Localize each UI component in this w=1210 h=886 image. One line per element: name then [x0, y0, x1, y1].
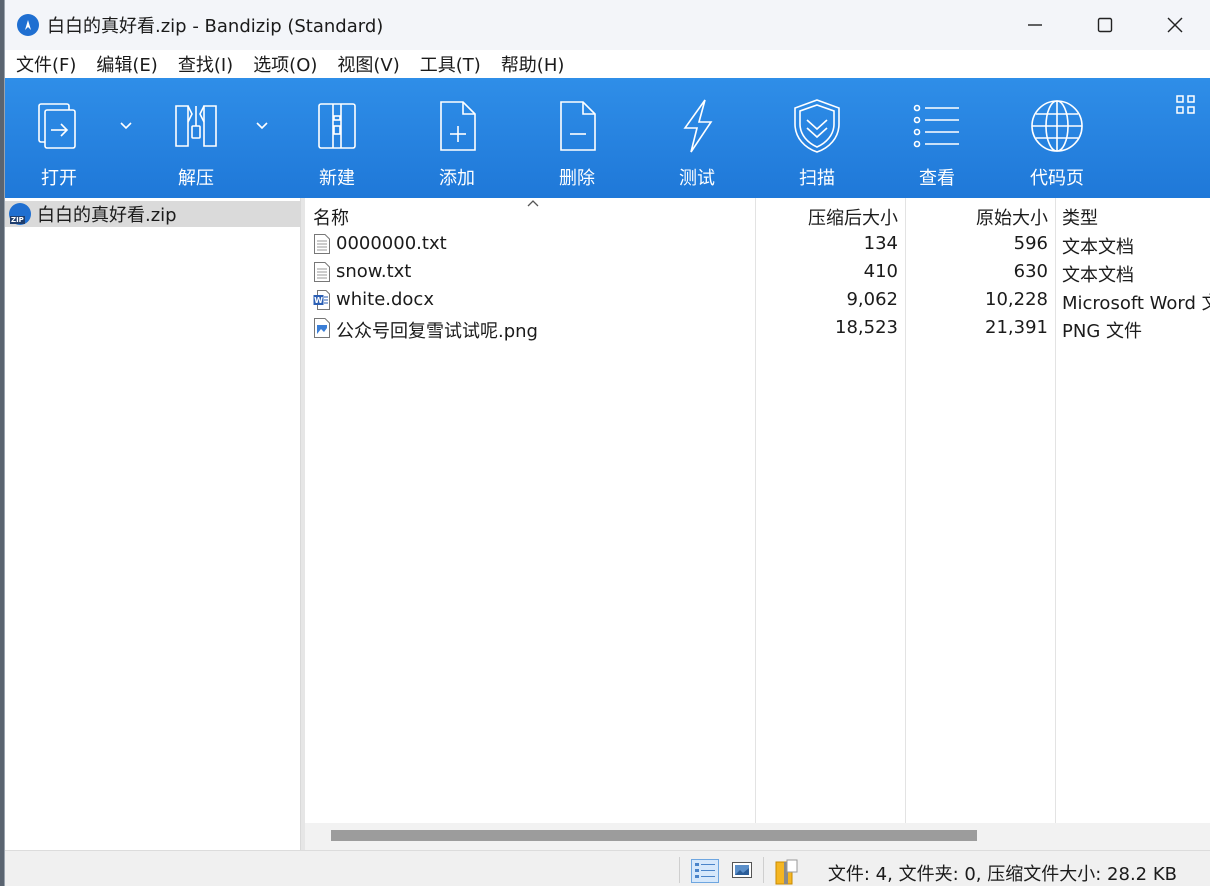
details-view-icon[interactable] — [691, 859, 719, 883]
add-file-icon — [440, 101, 476, 151]
test-button[interactable]: 测试 — [647, 78, 747, 198]
text-file-icon — [314, 234, 330, 254]
file-original-size: 10,228 — [985, 289, 1048, 310]
file-name: 0000000.txt — [336, 233, 447, 254]
status-divider — [763, 857, 764, 883]
open-button[interactable]: 打开 — [9, 78, 109, 198]
column-header-compressed-size[interactable]: 压缩后大小 — [808, 204, 898, 230]
maximize-icon — [1097, 17, 1113, 33]
file-type: Microsoft Word 文 — [1062, 293, 1210, 314]
file-row[interactable]: W white.docx 9,062 10,228 Microsoft Word… — [305, 286, 1210, 314]
layout-toggle-button[interactable] — [1175, 94, 1197, 116]
delete-file-icon — [560, 101, 596, 151]
window-title: 白白的真好看.zip - Bandizip (Standard) — [47, 16, 384, 37]
menu-tools[interactable]: 工具(T) — [411, 51, 492, 77]
file-compressed-size: 134 — [863, 233, 898, 254]
file-compressed-size: 18,523 — [835, 317, 898, 338]
sort-ascending-icon — [527, 200, 539, 207]
column-header-name[interactable]: 名称 — [313, 204, 349, 230]
zip-icon: ZIP — [9, 203, 31, 225]
bandizip-window: 白白的真好看.zip - Bandizip (Standard) 文件(F) 编… — [4, 0, 1210, 886]
column-header-original-size[interactable]: 原始大小 — [976, 204, 1048, 230]
menu-view[interactable]: 视图(V) — [328, 51, 410, 77]
menu-find[interactable]: 查找(I) — [169, 51, 244, 77]
scan-shield-icon — [794, 99, 840, 153]
file-name: 公众号回复雪试试呢.png — [336, 321, 538, 342]
menu-help[interactable]: 帮助(H) — [492, 51, 576, 77]
grid-layout-icon — [1176, 95, 1195, 114]
archive-info-icon[interactable] — [775, 859, 799, 885]
minimize-icon — [1028, 24, 1042, 26]
maximize-button[interactable] — [1070, 0, 1140, 50]
column-header-type[interactable]: 类型 — [1062, 204, 1098, 230]
delete-button[interactable]: 删除 — [527, 78, 627, 198]
view-button[interactable]: 查看 — [887, 78, 987, 198]
file-original-size: 596 — [1013, 233, 1048, 254]
status-bar: 文件: 4, 文件夹: 0, 压缩文件大小: 28.2 KB — [5, 850, 1210, 886]
preview-view-icon[interactable] — [731, 859, 753, 881]
toolbar: 打开 解压 新建 添加 删除 测试 扫描 查看 代码页 — [5, 78, 1210, 198]
codepage-button[interactable]: 代码页 — [1007, 78, 1107, 198]
menu-bar: 文件(F) 编辑(E) 查找(I) 选项(O) 视图(V) 工具(T) 帮助(H… — [5, 50, 1210, 78]
word-file-icon: W — [313, 290, 330, 310]
test-icon — [683, 99, 713, 153]
file-row[interactable]: 0000000.txt 134 596 文本文档 — [305, 230, 1210, 258]
horizontal-scrollbar[interactable] — [305, 823, 1210, 850]
image-file-icon — [314, 318, 330, 338]
open-icon — [38, 103, 76, 149]
file-original-size: 21,391 — [985, 317, 1048, 338]
extract-dropdown[interactable] — [255, 116, 275, 136]
status-divider — [679, 857, 680, 883]
menu-edit[interactable]: 编辑(E) — [87, 51, 168, 77]
file-compressed-size: 9,062 — [846, 289, 898, 310]
file-compressed-size: 410 — [863, 261, 898, 282]
file-type: PNG 文件 — [1062, 321, 1142, 342]
minimize-button[interactable] — [1000, 0, 1070, 50]
file-list-pane[interactable]: 名称 压缩后大小 原始大小 类型 0000000.txt 134 596 文本文… — [305, 198, 1210, 850]
text-file-icon — [314, 262, 330, 282]
extract-button[interactable]: 解压 — [146, 78, 246, 198]
tree-item-archive[interactable]: ZIP 白白的真好看.zip — [5, 201, 300, 227]
file-row[interactable]: snow.txt 410 630 文本文档 — [305, 258, 1210, 286]
file-original-size: 630 — [1013, 261, 1048, 282]
file-name: snow.txt — [336, 261, 412, 282]
codepage-globe-icon — [1031, 100, 1083, 152]
status-summary: 文件: 4, 文件夹: 0, 压缩文件大小: 28.2 KB — [827, 864, 1177, 885]
scrollbar-thumb[interactable] — [331, 830, 977, 841]
extract-icon — [175, 105, 217, 147]
bandizip-app-icon[interactable] — [17, 14, 39, 36]
add-button[interactable]: 添加 — [407, 78, 507, 198]
file-name: white.docx — [336, 289, 434, 310]
file-type: 文本文档 — [1062, 237, 1134, 258]
folder-tree-pane[interactable]: ZIP 白白的真好看.zip — [5, 198, 301, 850]
menu-file[interactable]: 文件(F) — [7, 51, 87, 77]
menu-options[interactable]: 选项(O) — [244, 51, 328, 77]
view-list-icon — [913, 104, 959, 148]
new-archive-icon — [318, 103, 356, 149]
scan-button[interactable]: 扫描 — [767, 78, 867, 198]
file-row[interactable]: 公众号回复雪试试呢.png 18,523 21,391 PNG 文件 — [305, 314, 1210, 342]
column-header-row: 名称 压缩后大小 原始大小 类型 — [305, 200, 1210, 230]
open-dropdown[interactable] — [119, 116, 139, 136]
new-archive-button[interactable]: 新建 — [287, 78, 387, 198]
file-type: 文本文档 — [1062, 265, 1134, 286]
svg-text:W: W — [314, 296, 323, 305]
tree-item-label: 白白的真好看.zip — [37, 205, 177, 226]
window-controls — [1000, 0, 1210, 50]
chevron-down-icon — [256, 122, 268, 130]
close-icon — [1167, 17, 1183, 33]
title-bar[interactable]: 白白的真好看.zip - Bandizip (Standard) — [5, 0, 1210, 50]
close-button[interactable] — [1140, 0, 1210, 50]
chevron-down-icon — [120, 122, 132, 130]
